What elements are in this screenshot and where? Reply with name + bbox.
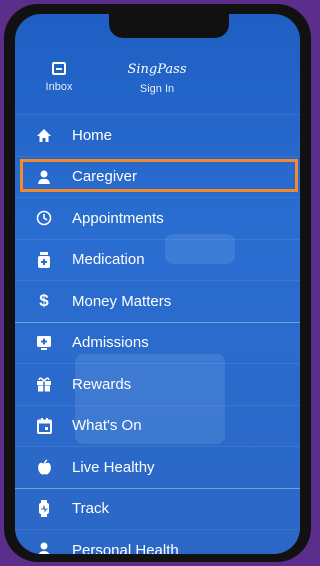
phone-frame: Inbox SingPass Sign In Home Caregiver Ap… [4,4,311,562]
inbox-icon [52,62,66,75]
menu-item-appointments[interactable]: Appointments [15,197,300,239]
menu-item-label: Live Healthy [72,458,155,476]
menu-item-label: Money Matters [72,292,172,310]
menu-item-home[interactable]: Home [15,114,300,156]
app-screen: Inbox SingPass Sign In Home Caregiver Ap… [15,14,300,554]
top-bar: Inbox SingPass Sign In [15,62,300,114]
menu-item-caregiver[interactable]: Caregiver [15,155,300,198]
clock-icon [34,208,54,228]
side-menu: Home Caregiver Appointments Medication $… [15,114,300,554]
signin-label: Sign In [139,83,175,95]
menu-item-admissions[interactable]: Admissions [15,321,300,364]
dollar-icon: $ [39,291,49,311]
home-icon [34,125,54,145]
phone-notch [109,14,229,38]
medication-icon [34,250,54,270]
menu-item-label: Track [72,500,109,518]
menu-item-label: Personal Health [72,541,179,554]
inbox-button[interactable]: Inbox [29,62,89,93]
inbox-label: Inbox [45,81,73,93]
menu-item-label: Appointments [72,209,164,227]
selection-highlight [20,158,298,192]
singpass-logo: SingPass [127,62,187,77]
person-icon [34,540,54,554]
menu-item-medication[interactable]: Medication [15,238,300,281]
menu-item-label: What's On [72,417,142,435]
gift-icon [34,374,54,394]
menu-item-live-healthy[interactable]: Live Healthy [15,446,300,488]
menu-item-label: Admissions [72,334,149,352]
menu-item-label: Home [72,126,113,144]
menu-item-whats-on[interactable]: What's On [15,404,300,447]
watch-icon [34,499,54,519]
menu-item-rewards[interactable]: Rewards [15,363,300,405]
calendar-icon [34,416,54,436]
menu-item-label: Rewards [72,375,132,393]
menu-item-personal-health[interactable]: Personal Health [15,529,300,554]
apple-icon [34,457,54,477]
menu-item-money-matters[interactable]: $ Money Matters [15,280,300,322]
menu-item-track[interactable]: Track [15,487,300,530]
menu-item-label: Medication [72,251,145,269]
signin-button[interactable]: SingPass Sign In [117,62,197,95]
admissions-icon [34,333,54,353]
